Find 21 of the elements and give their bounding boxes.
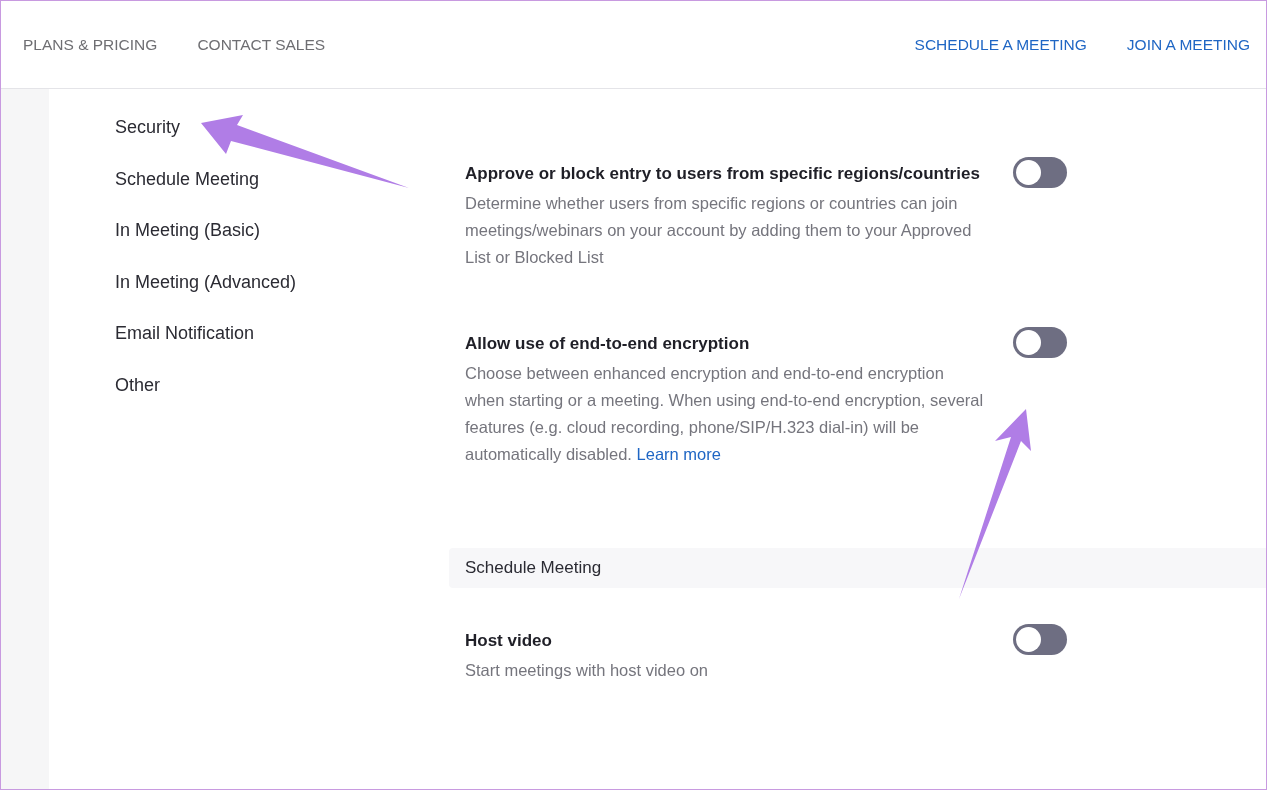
nav-link-text[interactable]: JOIN A MEETING — [1126, 32, 1250, 57]
sidebar-item[interactable]: Email Notification — [115, 321, 449, 345]
toggle-switch[interactable] — [1013, 624, 1067, 655]
setting-description: Start meetings with host video on — [465, 660, 710, 681]
nav-link-text[interactable]: SCHEDULE A MEETING — [914, 32, 1087, 57]
toggle-switch[interactable] — [1013, 157, 1067, 188]
learn-more-link[interactable]: Learn more — [636, 445, 721, 463]
nav-link-text[interactable]: PLANS & PRICING — [23, 32, 158, 57]
setting-title: Approve or block entry to users from specific regions/countries — [465, 163, 981, 184]
setting-title: Host video — [465, 630, 553, 651]
sidebar-item[interactable]: Other — [115, 372, 449, 397]
sidebar-item[interactable]: In Meeting (Advanced) — [115, 269, 449, 294]
section-header: Schedule Meeting — [449, 548, 1266, 588]
sidebar-item[interactable]: In Meeting (Basic) — [115, 218, 449, 242]
nav-link-text[interactable]: CONTACT SALES — [197, 32, 326, 57]
sidebar-item[interactable]: Security — [115, 115, 449, 139]
setting-description: Choose between enhanced encryption and end-to-end encryption when starting or a meeting. When using end-to-end encryption, several features (e.g. cloud recording, phone/SIP/H.323 dial-in) will be automatically disabled. Learn more — [465, 363, 985, 465]
toggle-switch[interactable] — [1013, 327, 1067, 358]
sidebar-item[interactable]: Schedule Meeting — [115, 166, 449, 191]
setting-title: Allow use of end-to-end encryption — [465, 333, 751, 354]
setting-description: Determine whether users from specific regions or countries can join meetings/webinars on your account by adding them to your Approved List or Blocked List — [465, 193, 973, 268]
